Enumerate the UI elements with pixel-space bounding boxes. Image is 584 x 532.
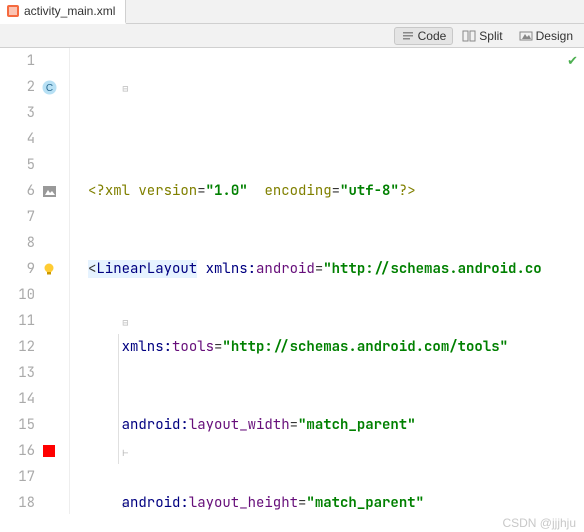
bulb-icon[interactable] [41,261,57,277]
design-label: Design [536,29,573,43]
line-number: 13 [0,360,61,386]
line-number: 17 [0,464,61,490]
code-line: android:layout_height="match_parent" [88,490,584,514]
split-label: Split [479,29,502,43]
line-number: 6 [0,178,61,204]
line-number: 15 [0,412,61,438]
line-number: 4 [0,126,61,152]
code-line: xmlns:tools="http://schemas.android.com/… [88,334,584,360]
xml-file-icon [6,4,20,18]
design-icon [519,29,533,43]
code-icon [401,29,415,43]
code-line: android:layout_width="match_parent" [88,412,584,438]
line-number: 10 [0,282,61,308]
code-line: <LinearLayout xmlns:android="http://sche… [88,256,584,282]
code-label: Code [418,29,447,43]
class-icon: C [41,79,57,95]
view-toolbar: Code Split Design [0,24,584,48]
line-number: 8 [0,230,61,256]
line-number: 16 [0,438,61,464]
split-view-button[interactable]: Split [455,27,509,45]
line-number: 3 [0,100,61,126]
file-tab[interactable]: activity_main.xml [0,0,126,24]
line-number: 18 [0,490,61,516]
line-number: 2 C [0,74,61,100]
line-number: 9 [0,256,61,282]
svg-text:C: C [45,83,52,94]
image-icon [41,183,57,199]
editor[interactable]: 1 2 C 3 4 5 6 7 8 9 10 11 12 13 14 15 16 [0,48,584,514]
color-swatch-icon [41,443,57,459]
design-view-button[interactable]: Design [512,27,580,45]
code-view-button[interactable]: Code [394,27,454,45]
line-gutter: 1 2 C 3 4 5 6 7 8 9 10 11 12 13 14 15 16 [0,48,70,514]
split-icon [462,29,476,43]
line-number: 5 [0,152,61,178]
watermark-text: CSDN @jjjhju [502,516,576,530]
tab-bar: activity_main.xml [0,0,584,24]
line-number: 7 [0,204,61,230]
line-number: 1 [0,48,61,74]
fold-column: ⊟ ⊢ ⊟ ⊢ ⊢ [72,48,84,514]
line-number: 11 [0,308,61,334]
line-number: 14 [0,386,61,412]
line-number: 12 [0,334,61,360]
code-line: <?xml version="1.0" encoding="utf-8"?> [88,178,584,204]
code-area[interactable]: ⊟ ⊢ ⊟ ⊢ ⊢ <?xml version="1.0" encoding="… [70,48,584,514]
tab-filename: activity_main.xml [24,4,115,18]
